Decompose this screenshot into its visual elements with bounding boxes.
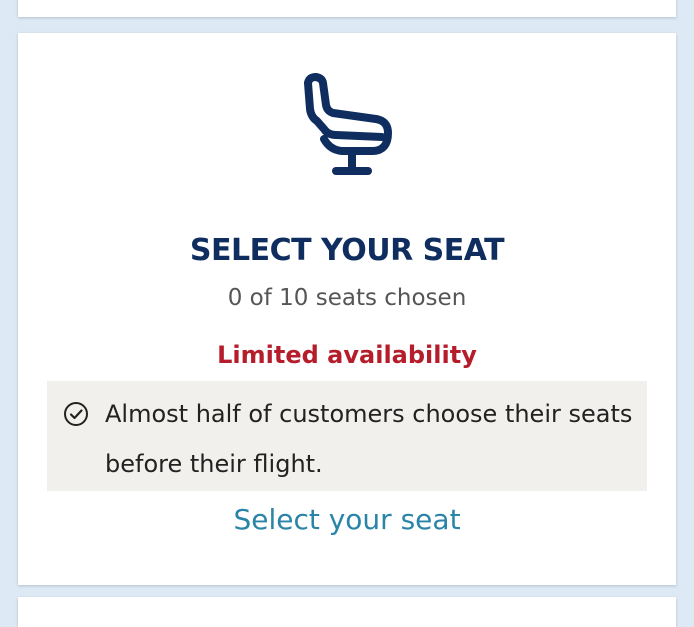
next-card: [18, 597, 676, 627]
seats-chosen-count: 0 of 10 seats chosen: [227, 285, 467, 311]
page-title: SELECT YOUR SEAT: [189, 233, 505, 268]
info-text: Almost half of customers choose their se…: [105, 400, 633, 478]
seat-icon: [304, 73, 392, 175]
availability-status: Limited availability: [217, 341, 477, 369]
select-seat-link[interactable]: Select your seat: [18, 503, 676, 536]
previous-card: [18, 0, 676, 17]
info-box: Almost half of customers choose their se…: [47, 381, 647, 491]
check-circle-icon: [64, 402, 88, 426]
seat-selection-card: SELECT YOUR SEAT 0 of 10 seats chosen Li…: [18, 33, 676, 585]
